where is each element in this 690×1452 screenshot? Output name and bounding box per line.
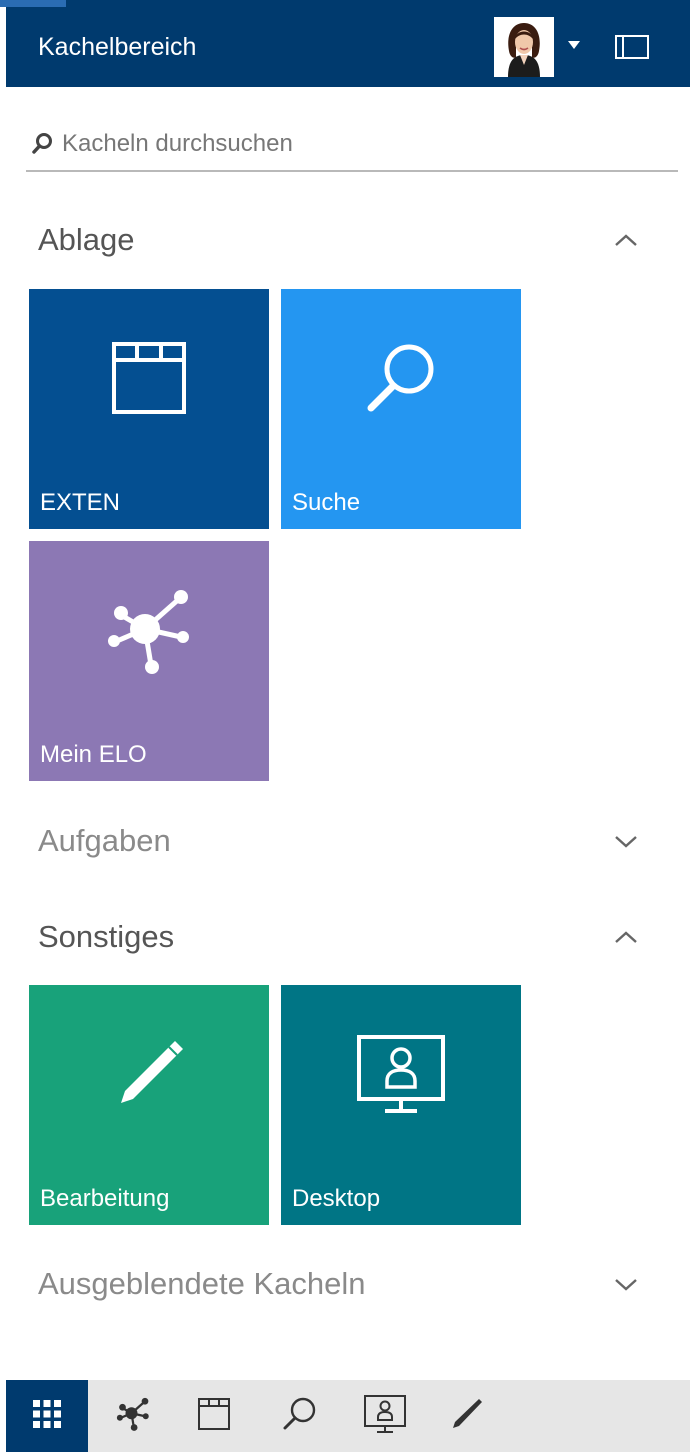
monitor-user-icon — [363, 1394, 407, 1439]
section-title: Aufgaben — [38, 823, 171, 858]
window-top-strip — [0, 0, 690, 7]
search-icon — [282, 1396, 318, 1437]
search-icon — [281, 289, 521, 469]
network-icon — [115, 1396, 151, 1437]
avatar-image — [494, 17, 554, 77]
chevron-up-icon[interactable] — [613, 929, 639, 950]
section-sonstiges-header[interactable]: Sonstiges — [6, 909, 690, 965]
tiles-grid-icon — [32, 1399, 62, 1434]
section-title: Ausgeblendete Kacheln — [38, 1266, 366, 1301]
pencil-icon — [449, 1396, 485, 1437]
user-avatar[interactable] — [494, 17, 554, 77]
nav-desktop[interactable] — [352, 1380, 418, 1452]
window-icon — [197, 1397, 231, 1436]
nav-mein-elo[interactable] — [100, 1380, 166, 1452]
tile-search — [26, 118, 678, 172]
caret-down-icon[interactable] — [568, 41, 580, 49]
tile-label: Mein ELO — [40, 741, 147, 768]
tile-desktop[interactable]: Desktop — [281, 985, 521, 1225]
chevron-up-icon[interactable] — [613, 232, 639, 253]
nav-bearbeitung[interactable] — [434, 1380, 500, 1452]
tile-exten[interactable]: EXTEN — [29, 289, 269, 529]
nav-suche[interactable] — [267, 1380, 333, 1452]
section-title: Ablage — [38, 222, 135, 257]
window-icon — [29, 289, 269, 469]
network-icon — [29, 541, 269, 721]
panel-toggle-icon[interactable] — [615, 35, 649, 59]
bottom-nav-bar — [6, 1380, 690, 1452]
search-input[interactable] — [62, 126, 662, 162]
monitor-user-icon — [281, 985, 521, 1165]
tile-label: Desktop — [292, 1185, 381, 1212]
section-title: Sonstiges — [38, 919, 175, 954]
tile-suche[interactable]: Suche — [281, 289, 521, 529]
pencil-icon — [29, 985, 269, 1165]
page-title: Kachelbereich — [38, 33, 197, 61]
nav-tiles[interactable] — [6, 1380, 88, 1452]
search-icon — [32, 132, 54, 161]
tile-mein-elo[interactable]: Mein ELO — [29, 541, 269, 781]
chevron-down-icon[interactable] — [613, 833, 639, 854]
app-header: Kachelbereich — [6, 7, 690, 87]
tile-label: Bearbeitung — [40, 1185, 170, 1212]
nav-exten[interactable] — [181, 1380, 247, 1452]
section-aufgaben-header[interactable]: Aufgaben — [6, 813, 690, 869]
tile-label: Suche — [292, 489, 361, 516]
tile-bearbeitung[interactable]: Bearbeitung — [29, 985, 269, 1225]
section-ablage-header[interactable]: Ablage — [6, 212, 690, 268]
chevron-down-icon[interactable] — [613, 1276, 639, 1297]
tile-label: EXTEN — [40, 489, 121, 516]
section-ausgeblendet-header[interactable]: Ausgeblendete Kacheln — [6, 1256, 690, 1312]
window-top-accent — [0, 0, 66, 7]
